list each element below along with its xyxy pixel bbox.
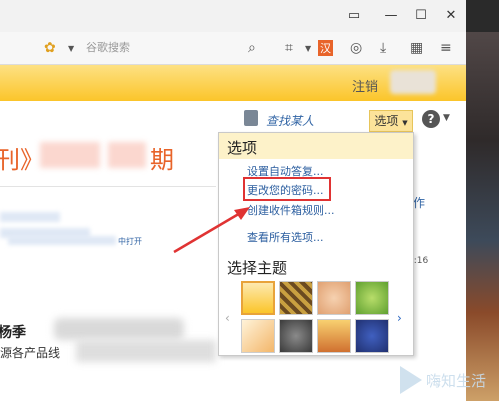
chevron-down-icon[interactable]: ▼ [443, 113, 450, 123]
theme-swatch-default[interactable] [241, 281, 275, 315]
blurred-text [40, 142, 100, 168]
dropdown-title: 选项 [227, 139, 258, 157]
chevron-down-icon: ▼ [402, 119, 408, 127]
menu-icon[interactable]: ≡ [440, 40, 452, 56]
headset-icon[interactable]: ◎ [350, 40, 362, 56]
chevron-right-icon[interactable]: › [397, 311, 402, 325]
svg-text:嗨知生活: 嗨知生活 [426, 372, 486, 390]
theme-title: 选择主题 [227, 259, 288, 277]
theme-swatch-leaf[interactable] [355, 281, 389, 315]
apps-icon[interactable]: ▦ [410, 40, 423, 56]
annotation-arrow [173, 207, 250, 254]
blurred-text [8, 236, 116, 245]
theme-swatch-leopard[interactable] [279, 281, 313, 315]
paw-icon[interactable]: ✿ [44, 40, 56, 56]
find-people-link[interactable]: 查找某人 [266, 112, 314, 129]
help-icon[interactable]: ? [422, 110, 440, 128]
theme-swatch-cartoon[interactable] [317, 319, 351, 353]
open-in-new-link[interactable]: 中打开 [118, 236, 142, 247]
download-icon[interactable]: ⤓ [380, 40, 386, 56]
watermark-logo: 嗨知生活 [400, 366, 486, 394]
page-title: 刊》 [0, 146, 44, 174]
address-book-icon[interactable] [244, 110, 258, 126]
theme-swatch-peach[interactable] [317, 281, 351, 315]
translate-icon[interactable]: 汉 [318, 40, 333, 56]
chevron-down-icon[interactable]: ▼ [68, 44, 74, 53]
crop-icon[interactable]: ⌗ [285, 40, 293, 56]
theme-swatch-sunrise[interactable] [241, 319, 275, 353]
window-layout-icon[interactable]: ▭ [343, 6, 365, 26]
window-titlebar: ▭ — ☐ ✕ [0, 0, 499, 32]
message-preview: 源各产品线 [0, 346, 61, 360]
desktop-background-strip [466, 0, 499, 401]
blurred-text [54, 318, 184, 340]
close-icon[interactable]: ✕ [440, 6, 462, 26]
chevron-left-icon[interactable]: ‹ [225, 311, 230, 325]
browser-toolbar: ✿ ▼ 谷歌搜索 ⌕ ⌗ ▼ 汉 ◎ ⤓ ▦ ≡ [0, 32, 466, 65]
page-title-tail: 期 [150, 146, 174, 174]
search-input[interactable]: 谷歌搜索 [86, 38, 266, 58]
theme-swatch-robot[interactable] [279, 319, 313, 353]
options-button[interactable]: 选项 ▼ [369, 110, 413, 132]
options-label: 选项 [374, 114, 399, 128]
maximize-icon[interactable]: ☐ [410, 6, 432, 26]
blurred-text [76, 340, 216, 362]
signout-link[interactable]: 注销 [352, 76, 378, 95]
blurred-text [108, 142, 146, 168]
search-icon[interactable]: ⌕ [248, 40, 256, 56]
theme-swatch-monster[interactable] [355, 319, 389, 353]
action-link[interactable]: 作 [413, 194, 425, 211]
blurred-text [0, 212, 60, 222]
avatar [390, 70, 436, 94]
divider [0, 186, 216, 187]
desktop-background-top [466, 0, 499, 32]
chevron-down-icon[interactable]: ▼ [305, 44, 311, 53]
sender-name: 杨季 [0, 325, 26, 341]
minimize-icon[interactable]: — [380, 6, 402, 26]
